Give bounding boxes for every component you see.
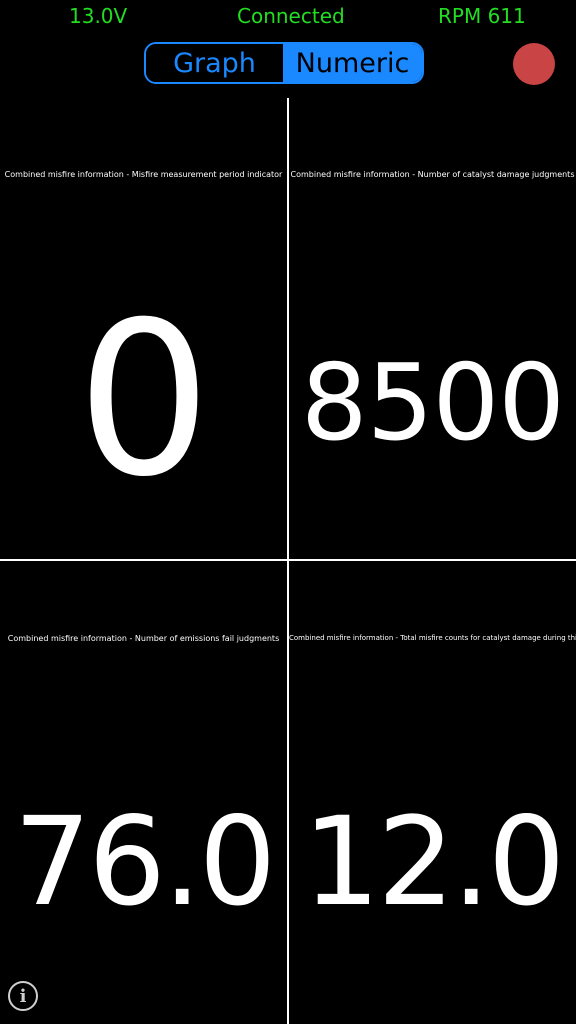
info-icon: i [19,985,27,1007]
gauge-title: Combined misfire information - Misfire m… [4,170,283,179]
gauge-title: Combined misfire information - Total mis… [289,634,576,642]
gauge-title: Combined misfire information - Number of… [7,634,280,643]
gauge-cell-misfire-period[interactable]: Combined misfire information - Misfire m… [0,98,287,559]
gauge-value: 76.0 [13,791,277,933]
info-button[interactable]: i [8,981,38,1011]
gauge-cell-catalyst-damage-judgments[interactable]: Combined misfire information - Number of… [289,98,576,559]
gauge-cell-catalyst-misfire-counts[interactable]: Combined misfire information - Total mis… [289,561,576,1024]
gauge-value: 0 [76,276,212,523]
view-mode-toggle: Graph Numeric [144,42,424,84]
gauge-cell-emissions-fail-judgments[interactable]: Combined misfire information - Number of… [0,561,287,1024]
gauge-value: 8500 [300,342,565,464]
graph-view-tab[interactable]: Graph [146,44,283,82]
connection-status: Connected [237,4,345,28]
numeric-view-tab[interactable]: Numeric [283,44,422,82]
gauge-title: Combined misfire information - Number of… [290,170,575,179]
rpm-readout: RPM 611 [438,4,526,28]
numeric-dashboard-screen: 13.0V Connected RPM 611 Graph Numeric Co… [0,0,576,1024]
voltage-readout: 13.0V [69,4,128,28]
record-button[interactable] [513,43,555,85]
gauge-value: 12.0 [302,791,566,933]
